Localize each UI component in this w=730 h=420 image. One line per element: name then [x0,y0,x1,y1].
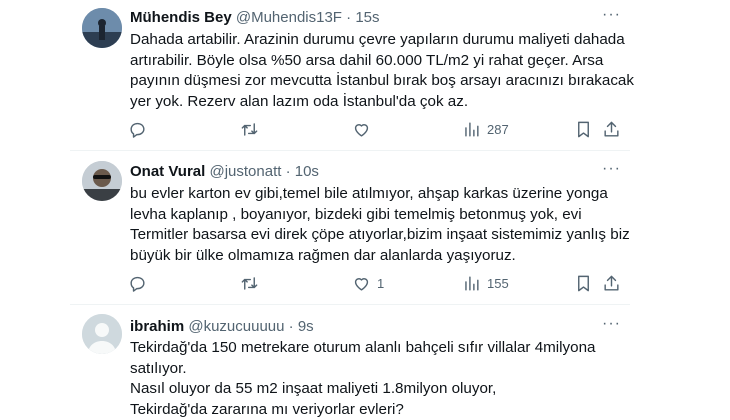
reply-button[interactable] [128,117,153,141]
default-avatar-icon [82,314,122,354]
avatar-photo-icon [82,8,122,48]
display-name[interactable]: Mühendis Bey [130,9,232,26]
tweet-text-line: Nasıl oluyor da 55 m2 inşaat maliyeti 1.… [130,380,497,397]
bookmark-button[interactable] [574,271,593,295]
view-count: 287 [487,121,509,137]
share-icon [604,275,619,291]
views-button[interactable]: 287 [462,117,509,141]
reply-icon [130,276,145,292]
timestamp[interactable]: · 10s [286,163,319,180]
tweet-text: Dahada artabilir. Arazinin durumu çevre … [130,30,634,112]
views-button[interactable]: 155 [462,271,509,295]
user-handle[interactable]: @justonatt [209,163,281,180]
view-count: 155 [487,275,509,291]
tweet-text-line: artırabilir. Böyle olsa %50 arsa dahil 6… [130,51,604,69]
heart-icon [354,123,369,137]
bookmark-icon [578,121,589,137]
tweet-actions: 287 [128,117,628,141]
tweet-header: Onat Vural @justonatt · 10s [130,163,319,180]
share-button[interactable] [602,271,621,295]
tweet-text-line: yer yok. Rezerv alan lazım oda İstanbul'… [130,92,469,110]
reply-button[interactable] [128,271,153,295]
tweet-text-line: büyük bir ülke olmamıza rağmen dar alanl… [130,246,516,264]
tweet-text-line: Tekirdağ'da zararına mı veriyorlar evler… [130,400,404,418]
more-options-icon[interactable]: ··· [602,315,621,333]
reply-icon [130,122,145,138]
bookmark-icon [578,275,589,291]
share-icon [604,121,619,137]
tweet-text-line: satılıyor. [130,359,187,377]
more-options-icon[interactable]: ··· [602,6,621,24]
bookmark-button[interactable] [574,117,593,141]
views-chart-icon [465,275,479,291]
avatar[interactable] [82,8,122,48]
tweet-text-line: bu evler karton ev gibi,temel bile atılm… [130,185,608,202]
tweet-text-line: Tekirdağ'da 150 metrekare oturum alanlı … [130,339,596,356]
heart-icon [354,277,369,291]
like-count: 1 [377,275,385,291]
avatar[interactable] [82,161,122,201]
avatar[interactable] [82,314,122,354]
user-handle[interactable]: @kuzucuuuuu [188,318,284,335]
tweet-divider [70,304,630,305]
tweet-text-line: Termitler basarsa evi direk çöpe atıyorl… [130,226,630,243]
more-options-icon[interactable]: ··· [602,160,621,178]
retweet-icon [241,122,258,136]
share-button[interactable] [602,117,621,141]
like-button[interactable]: 1 [352,271,384,295]
retweet-button[interactable] [240,271,265,295]
user-handle[interactable]: @Muhendis13F [236,9,342,26]
tweet-text-line: Dahada artabilir. Arazinin durumu çevre … [130,31,625,48]
like-button[interactable] [352,117,377,141]
tweet-text-line: payının düşmesi zor mevcutta İstanbul bı… [130,72,634,89]
tweet-divider [70,150,630,151]
display-name[interactable]: Onat Vural [130,163,205,180]
tweet-text: Tekirdağ'da 150 metrekare oturum alanlı … [130,338,600,420]
retweet-button[interactable] [240,117,265,141]
tweet-actions: 1 155 [128,271,628,295]
tweet-header: Mühendis Bey @Muhendis13F · 15s [130,9,380,26]
timestamp[interactable]: · 15s [346,9,379,26]
tweet-text-line: levha kaplanıp , boyanıyor, bizdeki gibi… [130,205,582,223]
views-chart-icon [465,121,479,137]
avatar-photo-icon [82,161,122,201]
timestamp[interactable]: · 9s [289,318,314,335]
tweet-header: ibrahim @kuzucuuuuu · 9s [130,318,314,335]
display-name[interactable]: ibrahim [130,318,184,335]
retweet-icon [241,276,258,290]
tweet-text: bu evler karton ev gibi,temel bile atılm… [130,184,630,266]
